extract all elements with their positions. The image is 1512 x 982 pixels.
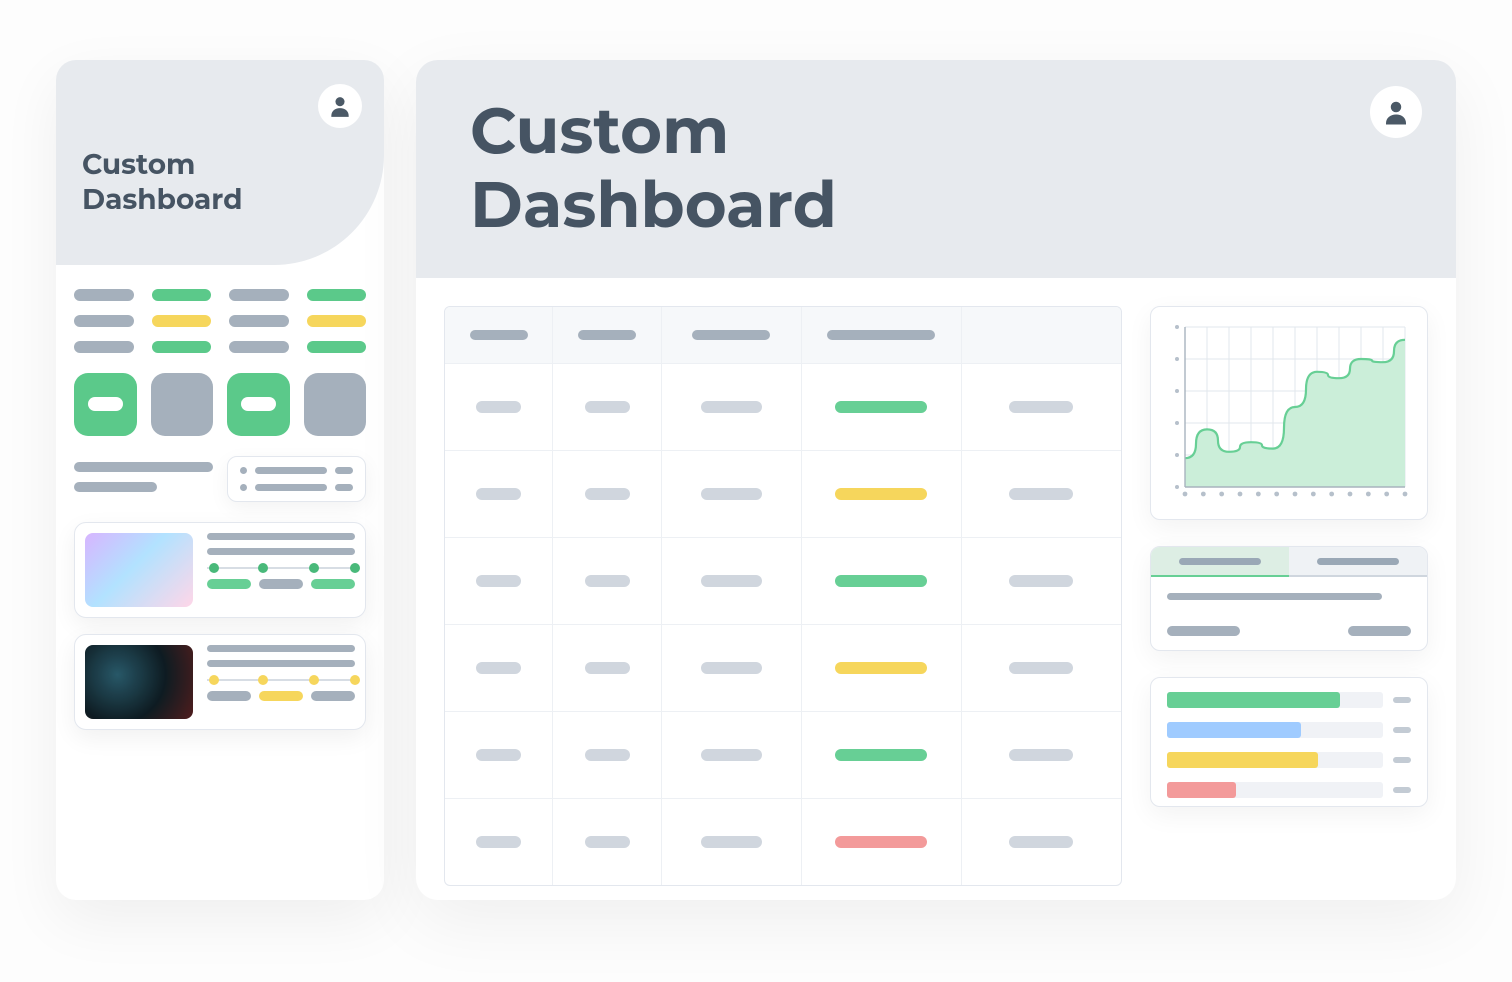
tab-1[interactable] (1151, 547, 1289, 577)
hbar-row (1167, 782, 1411, 798)
table-cell (553, 538, 661, 624)
thumbnail-image (85, 645, 193, 719)
status-pill (229, 315, 289, 327)
tab-action-left[interactable] (1167, 626, 1240, 636)
table-cell (553, 451, 661, 537)
hbar-row (1167, 752, 1411, 768)
table-cell (662, 364, 802, 450)
desktop-header: CustomDashboard (416, 60, 1456, 278)
table-cell (802, 364, 961, 450)
progress-track[interactable] (207, 679, 355, 681)
list-card[interactable] (227, 456, 366, 502)
tab-text-line (1167, 593, 1382, 600)
status-pill (152, 289, 212, 301)
table-cell (962, 799, 1121, 885)
media-card[interactable] (74, 634, 366, 730)
table-cell (662, 451, 802, 537)
area-chart (1169, 321, 1409, 501)
table-cell (445, 625, 553, 711)
table-cell (553, 364, 661, 450)
tabbed-card (1150, 546, 1428, 651)
status-pill (229, 289, 289, 301)
table-cell (445, 364, 553, 450)
table-row[interactable] (445, 450, 1121, 537)
text-block (74, 456, 213, 502)
desktop-dashboard-panel: CustomDashboard (416, 60, 1456, 900)
tile[interactable] (304, 373, 367, 436)
media-card[interactable] (74, 522, 366, 618)
table-row[interactable] (445, 798, 1121, 885)
status-pill (74, 341, 134, 353)
table-cell (445, 451, 553, 537)
table-row[interactable] (445, 363, 1121, 450)
desktop-title: CustomDashboard (470, 95, 837, 242)
hbar-row (1167, 692, 1411, 708)
thumbnail-image (85, 533, 193, 607)
hbar-row (1167, 722, 1411, 738)
table-cell (662, 625, 802, 711)
mobile-header: CustomDashboard (56, 60, 384, 265)
table-cell (962, 451, 1121, 537)
status-pill (307, 341, 367, 353)
tile[interactable] (151, 373, 214, 436)
table-cell (962, 625, 1121, 711)
status-pill (229, 341, 289, 353)
table-cell (662, 538, 802, 624)
table-cell (553, 625, 661, 711)
avatar-icon[interactable] (318, 84, 362, 128)
table-cell (553, 799, 661, 885)
table-cell (962, 538, 1121, 624)
status-pill (307, 289, 367, 301)
table-row[interactable] (445, 624, 1121, 711)
horizontal-bar-chart (1150, 677, 1428, 807)
table-cell (802, 799, 961, 885)
table-cell (962, 364, 1121, 450)
tile-toggle[interactable] (227, 373, 290, 436)
status-pill (74, 289, 134, 301)
status-pill (307, 315, 367, 327)
status-pill (152, 341, 212, 353)
table-row[interactable] (445, 711, 1121, 798)
table-cell (802, 712, 961, 798)
table-cell (662, 712, 802, 798)
table-header-row (445, 307, 1121, 363)
mobile-dashboard-panel: CustomDashboard (56, 60, 384, 900)
table-cell (802, 625, 961, 711)
tab-2[interactable] (1289, 547, 1427, 577)
table-cell (445, 799, 553, 885)
status-pill (152, 315, 212, 327)
tile-row (74, 373, 366, 436)
data-table (444, 306, 1122, 886)
table-cell (802, 538, 961, 624)
table-cell (445, 712, 553, 798)
mobile-title: CustomDashboard (82, 148, 358, 218)
tag-chips (207, 691, 355, 701)
table-cell (962, 712, 1121, 798)
table-cell (445, 538, 553, 624)
table-cell (662, 799, 802, 885)
progress-track[interactable] (207, 567, 355, 569)
tab-action-right[interactable] (1348, 626, 1411, 636)
status-pill (74, 315, 134, 327)
table-row[interactable] (445, 537, 1121, 624)
area-chart-card (1150, 306, 1428, 520)
avatar-icon[interactable] (1370, 86, 1422, 138)
tile-toggle[interactable] (74, 373, 137, 436)
table-cell (553, 712, 661, 798)
tag-chips (207, 579, 355, 589)
status-pill-grid (74, 289, 366, 353)
table-cell (802, 451, 961, 537)
